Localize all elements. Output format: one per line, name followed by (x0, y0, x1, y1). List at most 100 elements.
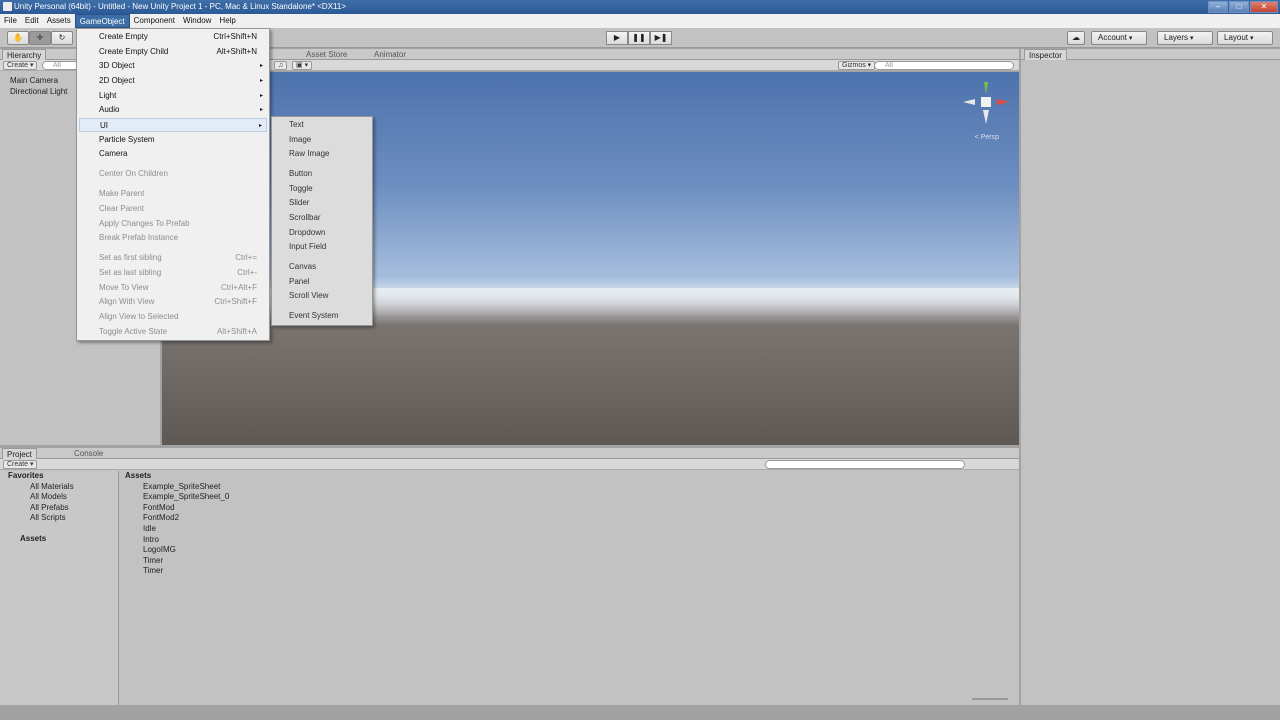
menu-item-label: Center On Children (99, 169, 168, 178)
ui-menu-item-input-field[interactable]: Input Field (272, 240, 372, 254)
assets-folder[interactable]: Assets (8, 534, 118, 545)
cloud-icon[interactable]: ☁ (1067, 31, 1085, 45)
perspective-label[interactable]: < Persp (975, 134, 999, 141)
menu-item-move-to-view[interactable]: Move To View Ctrl+Alt+F (79, 281, 267, 295)
menu-item-label: Break Prefab Instance (99, 233, 179, 242)
menu-item-particle-system[interactable]: Particle System (79, 133, 267, 147)
ui-menu-item-toggle[interactable]: Toggle (272, 182, 372, 196)
menu-item-set-as-first-sibling[interactable]: Set as first sibling Ctrl+= (79, 251, 267, 265)
rotate-tool-icon[interactable]: ↻ (51, 31, 73, 45)
tab-console[interactable]: Console (70, 448, 107, 459)
ui-menu-item-canvas[interactable]: Canvas (272, 260, 372, 274)
menu-item-clear-parent[interactable]: Clear Parent (79, 202, 267, 216)
menu-item-ui[interactable]: UI ▸ (79, 118, 267, 132)
ui-menu-item-button[interactable]: Button (272, 167, 372, 181)
ui-menu-item-image[interactable]: Image (272, 133, 372, 147)
inspector-tab-label: Inspector (1029, 51, 1062, 60)
scene-orientation-gizmo-icon[interactable] (961, 80, 1011, 140)
asset-item[interactable]: Intro (121, 535, 1019, 546)
ui-menu-item-dropdown[interactable]: Dropdown (272, 226, 372, 240)
pause-button[interactable]: ❚❚ (628, 31, 650, 45)
move-tool-icon[interactable]: ✛ (29, 31, 51, 45)
tab-asset-store[interactable]: Asset Store (302, 49, 351, 60)
asset-item[interactable]: FontMod2 (121, 513, 1019, 524)
menu-item-create-empty[interactable]: Create Empty Ctrl+Shift+N (79, 30, 267, 44)
window-title-bar[interactable]: Unity Personal (64bit) - Untitled - New … (0, 0, 1280, 14)
ui-menu-item-raw-image[interactable]: Raw Image (272, 147, 372, 161)
menu-item-label: Set as first sibling (99, 253, 162, 262)
step-button[interactable]: ▶❚ (650, 31, 672, 45)
tab-project[interactable]: Project (2, 448, 37, 459)
project-search-input[interactable] (765, 460, 965, 469)
icon-size-slider[interactable] (972, 698, 1008, 700)
hierarchy-item-directional-light[interactable]: Directional Light (0, 86, 67, 97)
scene-search-input[interactable]: All (874, 61, 1014, 70)
asset-item[interactable]: LogoIMG (121, 545, 1019, 556)
ui-menu-item-scroll-view[interactable]: Scroll View (272, 289, 372, 303)
menu-item-light[interactable]: Light ▸ (79, 89, 267, 103)
menu-item-apply-changes-to-prefab[interactable]: Apply Changes To Prefab (79, 217, 267, 231)
menu-item-align-view-to-selected[interactable]: Align View to Selected (79, 310, 267, 324)
menu-item-shortcut: Ctrl+- (237, 268, 257, 277)
menu-help[interactable]: Help (215, 14, 239, 28)
menu-item-label: Create Empty (99, 32, 148, 41)
asset-item[interactable]: Timer (121, 566, 1019, 577)
menu-edit[interactable]: Edit (21, 14, 43, 28)
hierarchy-item-main-camera[interactable]: Main Camera (0, 75, 67, 86)
menu-window[interactable]: Window (179, 14, 215, 28)
hand-tool-icon[interactable]: ✋ (7, 31, 29, 45)
ui-menu-item-text[interactable]: Text (272, 118, 372, 132)
menu-component[interactable]: Component (130, 14, 179, 28)
menu-item-camera[interactable]: Camera (79, 147, 267, 161)
ui-menu-item-scrollbar[interactable]: Scrollbar (272, 211, 372, 225)
menu-item-set-as-last-sibling[interactable]: Set as last sibling Ctrl+- (79, 266, 267, 280)
favorite-all-prefabs[interactable]: All Prefabs (8, 503, 118, 514)
menu-item-audio[interactable]: Audio ▸ (79, 103, 267, 117)
menu-item-label: Light (99, 91, 117, 100)
menu-item-break-prefab-instance[interactable]: Break Prefab Instance (79, 231, 267, 245)
hierarchy-create-button[interactable]: Create (3, 61, 38, 70)
asset-item[interactable]: Timer (121, 556, 1019, 567)
tab-inspector[interactable]: Inspector (1024, 49, 1067, 60)
menu-item-shortcut: Ctrl+Shift+F (214, 297, 257, 306)
gizmos-dropdown[interactable]: Gizmos (838, 61, 876, 70)
window-title: Unity Personal (64bit) - Untitled - New … (14, 2, 346, 11)
favorite-all-models[interactable]: All Models (8, 492, 118, 503)
menu-gameobject[interactable]: GameObject (74, 14, 130, 28)
menu-item-create-empty-child[interactable]: Create Empty Child Alt+Shift+N (79, 45, 267, 59)
menu-item-center-on-children[interactable]: Center On Children (79, 167, 267, 181)
menu-item-align-with-view[interactable]: Align With View Ctrl+Shift+F (79, 295, 267, 309)
asset-item[interactable]: Example_SpriteSheet (121, 482, 1019, 493)
menu-item-2d-object[interactable]: 2D Object ▸ (79, 74, 267, 88)
favorite-all-scripts[interactable]: All Scripts (8, 513, 118, 524)
project-create-button[interactable]: Create (3, 460, 38, 469)
asset-item[interactable]: FontMod (121, 503, 1019, 514)
ui-menu-item-event-system[interactable]: Event System (272, 309, 372, 323)
maximize-button[interactable]: □ (1229, 1, 1249, 13)
menu-assets[interactable]: Assets (43, 14, 75, 28)
menu-file[interactable]: File (0, 14, 21, 28)
minimize-button[interactable]: – (1208, 1, 1228, 13)
tab-hierarchy[interactable]: Hierarchy (2, 49, 47, 60)
layout-dropdown[interactable]: Layout (1217, 31, 1273, 45)
menu-item-make-parent[interactable]: Make Parent (79, 187, 267, 201)
asset-item[interactable]: Idle (121, 524, 1019, 535)
inspector-header: Inspector (1021, 49, 1280, 60)
favorite-all-materials[interactable]: All Materials (8, 482, 118, 493)
account-dropdown[interactable]: Account (1091, 31, 1147, 45)
close-button[interactable]: ✕ (1250, 1, 1278, 13)
ui-menu-item-panel[interactable]: Panel (272, 275, 372, 289)
favorites-label[interactable]: Favorites (8, 471, 118, 482)
assets-breadcrumb[interactable]: Assets (121, 471, 1019, 482)
audio-toggle-icon[interactable]: ♫ (274, 61, 288, 70)
layers-dropdown[interactable]: Layers (1157, 31, 1213, 45)
asset-item[interactable]: Example_SpriteSheet_0 (121, 492, 1019, 503)
ui-menu-item-slider[interactable]: Slider (272, 196, 372, 210)
scene-header: Asset Store Animator (162, 49, 1019, 60)
menu-item-3d-object[interactable]: 3D Object ▸ (79, 59, 267, 73)
tab-animator[interactable]: Animator (370, 49, 410, 60)
play-button[interactable]: ▶ (606, 31, 628, 45)
gameobject-menu: Create Empty Ctrl+Shift+N Create Empty Chi… (76, 28, 270, 341)
effects-dropdown-icon[interactable]: ▣ (292, 61, 313, 70)
menu-item-toggle-active-state[interactable]: Toggle Active State Alt+Shift+A (79, 325, 267, 339)
